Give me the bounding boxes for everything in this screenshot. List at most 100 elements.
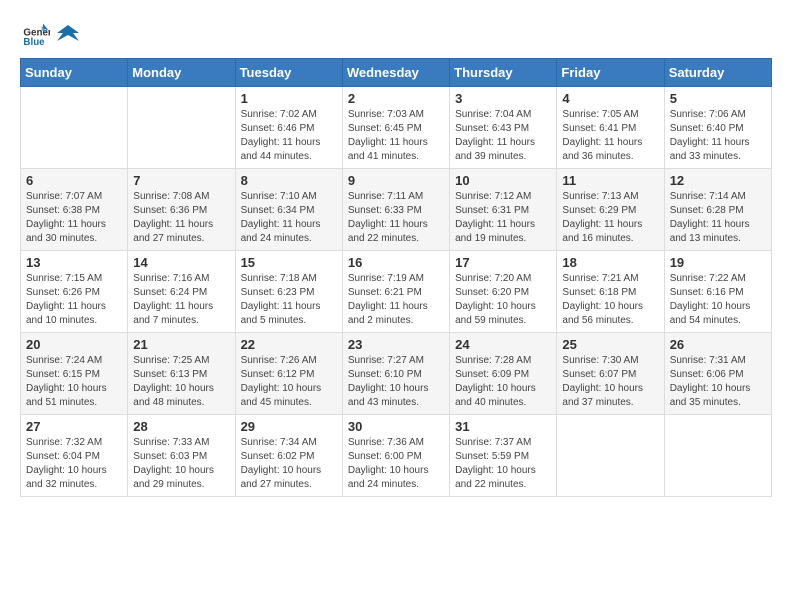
day-info: Sunrise: 7:25 AM Sunset: 6:13 PM Dayligh… [133,354,229,410]
day-number: 14 [133,255,229,270]
day-info: Sunrise: 7:02 AM Sunset: 6:46 PM Dayligh… [241,108,337,164]
day-number: 13 [26,255,122,270]
day-number: 27 [26,419,122,434]
day-info: Sunrise: 7:36 AM Sunset: 6:00 PM Dayligh… [348,436,444,492]
svg-text:Blue: Blue [23,37,45,48]
calendar-cell: 6 Sunrise: 7:07 AM Sunset: 6:38 PM Daylig… [21,169,128,251]
calendar-cell: 18 Sunrise: 7:21 AM Sunset: 6:18 PM Dayli… [557,251,664,333]
calendar-cell: 3 Sunrise: 7:04 AM Sunset: 6:43 PM Daylig… [450,87,557,169]
day-number: 16 [348,255,444,270]
day-number: 10 [455,173,551,188]
calendar-cell: 22 Sunrise: 7:26 AM Sunset: 6:12 PM Dayli… [235,333,342,415]
day-number: 12 [670,173,766,188]
day-number: 29 [241,419,337,434]
day-info: Sunrise: 7:31 AM Sunset: 6:06 PM Dayligh… [670,354,766,410]
day-number: 24 [455,337,551,352]
calendar-cell [664,415,771,497]
day-info: Sunrise: 7:28 AM Sunset: 6:09 PM Dayligh… [455,354,551,410]
day-info: Sunrise: 7:11 AM Sunset: 6:33 PM Dayligh… [348,190,444,246]
calendar-cell: 23Sunrise: 7:27 AM Sunset: 6:10 PM Dayli… [342,333,449,415]
day-info: Sunrise: 7:21 AM Sunset: 6:18 PM Dayligh… [562,272,658,328]
day-info: Sunrise: 7:10 AM Sunset: 6:34 PM Dayligh… [241,190,337,246]
calendar-cell: 10 Sunrise: 7:12 AM Sunset: 6:31 PM Dayli… [450,169,557,251]
calendar-cell: 8 Sunrise: 7:10 AM Sunset: 6:34 PM Daylig… [235,169,342,251]
day-number: 8 [241,173,337,188]
calendar-cell: 25 Sunrise: 7:30 AM Sunset: 6:07 PM Dayli… [557,333,664,415]
day-number: 30 [348,419,444,434]
calendar-cell: 16 Sunrise: 7:19 AM Sunset: 6:21 PM Dayli… [342,251,449,333]
day-info: Sunrise: 7:30 AM Sunset: 6:07 PM Dayligh… [562,354,658,410]
calendar-cell [557,415,664,497]
week-row-4: 20 Sunrise: 7:24 AM Sunset: 6:15 PM Dayli… [21,333,772,415]
weekday-header-thursday: Thursday [450,59,557,87]
day-info: Sunrise: 7:26 AM Sunset: 6:12 PM Dayligh… [241,354,337,410]
day-number: 9 [348,173,444,188]
calendar-cell: 30 Sunrise: 7:36 AM Sunset: 6:00 PM Dayli… [342,415,449,497]
day-info: Sunrise: 7:15 AM Sunset: 6:26 PM Dayligh… [26,272,122,328]
calendar-cell: 9 Sunrise: 7:11 AM Sunset: 6:33 PM Daylig… [342,169,449,251]
calendar-cell: 29 Sunrise: 7:34 AM Sunset: 6:02 PM Dayli… [235,415,342,497]
logo: General Blue [20,20,79,48]
day-number: 17 [455,255,551,270]
day-number: 3 [455,91,551,106]
day-info: Sunrise: 7:16 AM Sunset: 6:24 PM Dayligh… [133,272,229,328]
day-number: 11 [562,173,658,188]
day-info: Sunrise: 7:13 AM Sunset: 6:29 PM Dayligh… [562,190,658,246]
day-info: Sunrise: 7:03 AM Sunset: 6:45 PM Dayligh… [348,108,444,164]
day-number: 20 [26,337,122,352]
day-number: 2 [348,91,444,106]
week-row-2: 6 Sunrise: 7:07 AM Sunset: 6:38 PM Daylig… [21,169,772,251]
logo-bird-icon [57,23,79,45]
day-info: Sunrise: 7:37 AM Sunset: 5:59 PM Dayligh… [455,436,551,492]
calendar-cell: 28 Sunrise: 7:33 AM Sunset: 6:03 PM Dayli… [128,415,235,497]
day-number: 25 [562,337,658,352]
weekday-header-row: SundayMondayTuesdayWednesdayThursdayFrid… [21,59,772,87]
day-info: Sunrise: 7:19 AM Sunset: 6:21 PM Dayligh… [348,272,444,328]
day-info: Sunrise: 7:34 AM Sunset: 6:02 PM Dayligh… [241,436,337,492]
calendar-cell: 1 Sunrise: 7:02 AM Sunset: 6:46 PM Daylig… [235,87,342,169]
day-info: Sunrise: 7:33 AM Sunset: 6:03 PM Dayligh… [133,436,229,492]
day-info: Sunrise: 7:20 AM Sunset: 6:20 PM Dayligh… [455,272,551,328]
calendar-cell: 31Sunrise: 7:37 AM Sunset: 5:59 PM Dayli… [450,415,557,497]
day-number: 22 [241,337,337,352]
calendar-cell: 7Sunrise: 7:08 AM Sunset: 6:36 PM Daylig… [128,169,235,251]
calendar-cell: 26 Sunrise: 7:31 AM Sunset: 6:06 PM Dayli… [664,333,771,415]
day-info: Sunrise: 7:04 AM Sunset: 6:43 PM Dayligh… [455,108,551,164]
calendar-cell: 11 Sunrise: 7:13 AM Sunset: 6:29 PM Dayli… [557,169,664,251]
calendar-cell: 2 Sunrise: 7:03 AM Sunset: 6:45 PM Daylig… [342,87,449,169]
day-info: Sunrise: 7:14 AM Sunset: 6:28 PM Dayligh… [670,190,766,246]
day-info: Sunrise: 7:05 AM Sunset: 6:41 PM Dayligh… [562,108,658,164]
day-number: 28 [133,419,229,434]
logo-icon: General Blue [22,20,50,48]
day-number: 26 [670,337,766,352]
day-number: 19 [670,255,766,270]
day-number: 7 [133,173,229,188]
week-row-3: 13 Sunrise: 7:15 AM Sunset: 6:26 PM Dayli… [21,251,772,333]
day-info: Sunrise: 7:24 AM Sunset: 6:15 PM Dayligh… [26,354,122,410]
calendar-cell: 15Sunrise: 7:18 AM Sunset: 6:23 PM Dayli… [235,251,342,333]
calendar-cell [21,87,128,169]
header: General Blue [20,20,772,48]
calendar-cell: 27Sunrise: 7:32 AM Sunset: 6:04 PM Dayli… [21,415,128,497]
day-number: 1 [241,91,337,106]
weekday-header-sunday: Sunday [21,59,128,87]
day-number: 21 [133,337,229,352]
calendar-cell: 20 Sunrise: 7:24 AM Sunset: 6:15 PM Dayli… [21,333,128,415]
calendar-cell: 13 Sunrise: 7:15 AM Sunset: 6:26 PM Dayli… [21,251,128,333]
day-info: Sunrise: 7:18 AM Sunset: 6:23 PM Dayligh… [241,272,337,328]
day-info: Sunrise: 7:12 AM Sunset: 6:31 PM Dayligh… [455,190,551,246]
calendar-cell: 14 Sunrise: 7:16 AM Sunset: 6:24 PM Dayli… [128,251,235,333]
calendar-cell: 4Sunrise: 7:05 AM Sunset: 6:41 PM Daylig… [557,87,664,169]
weekday-header-friday: Friday [557,59,664,87]
calendar-cell: 5Sunrise: 7:06 AM Sunset: 6:40 PM Daylig… [664,87,771,169]
day-info: Sunrise: 7:07 AM Sunset: 6:38 PM Dayligh… [26,190,122,246]
weekday-header-wednesday: Wednesday [342,59,449,87]
calendar-cell: 21 Sunrise: 7:25 AM Sunset: 6:13 PM Dayli… [128,333,235,415]
calendar-cell: 17 Sunrise: 7:20 AM Sunset: 6:20 PM Dayli… [450,251,557,333]
day-number: 6 [26,173,122,188]
day-info: Sunrise: 7:22 AM Sunset: 6:16 PM Dayligh… [670,272,766,328]
day-number: 5 [670,91,766,106]
day-info: Sunrise: 7:27 AM Sunset: 6:10 PM Dayligh… [348,354,444,410]
calendar-cell: 12 Sunrise: 7:14 AM Sunset: 6:28 PM Dayli… [664,169,771,251]
day-number: 18 [562,255,658,270]
